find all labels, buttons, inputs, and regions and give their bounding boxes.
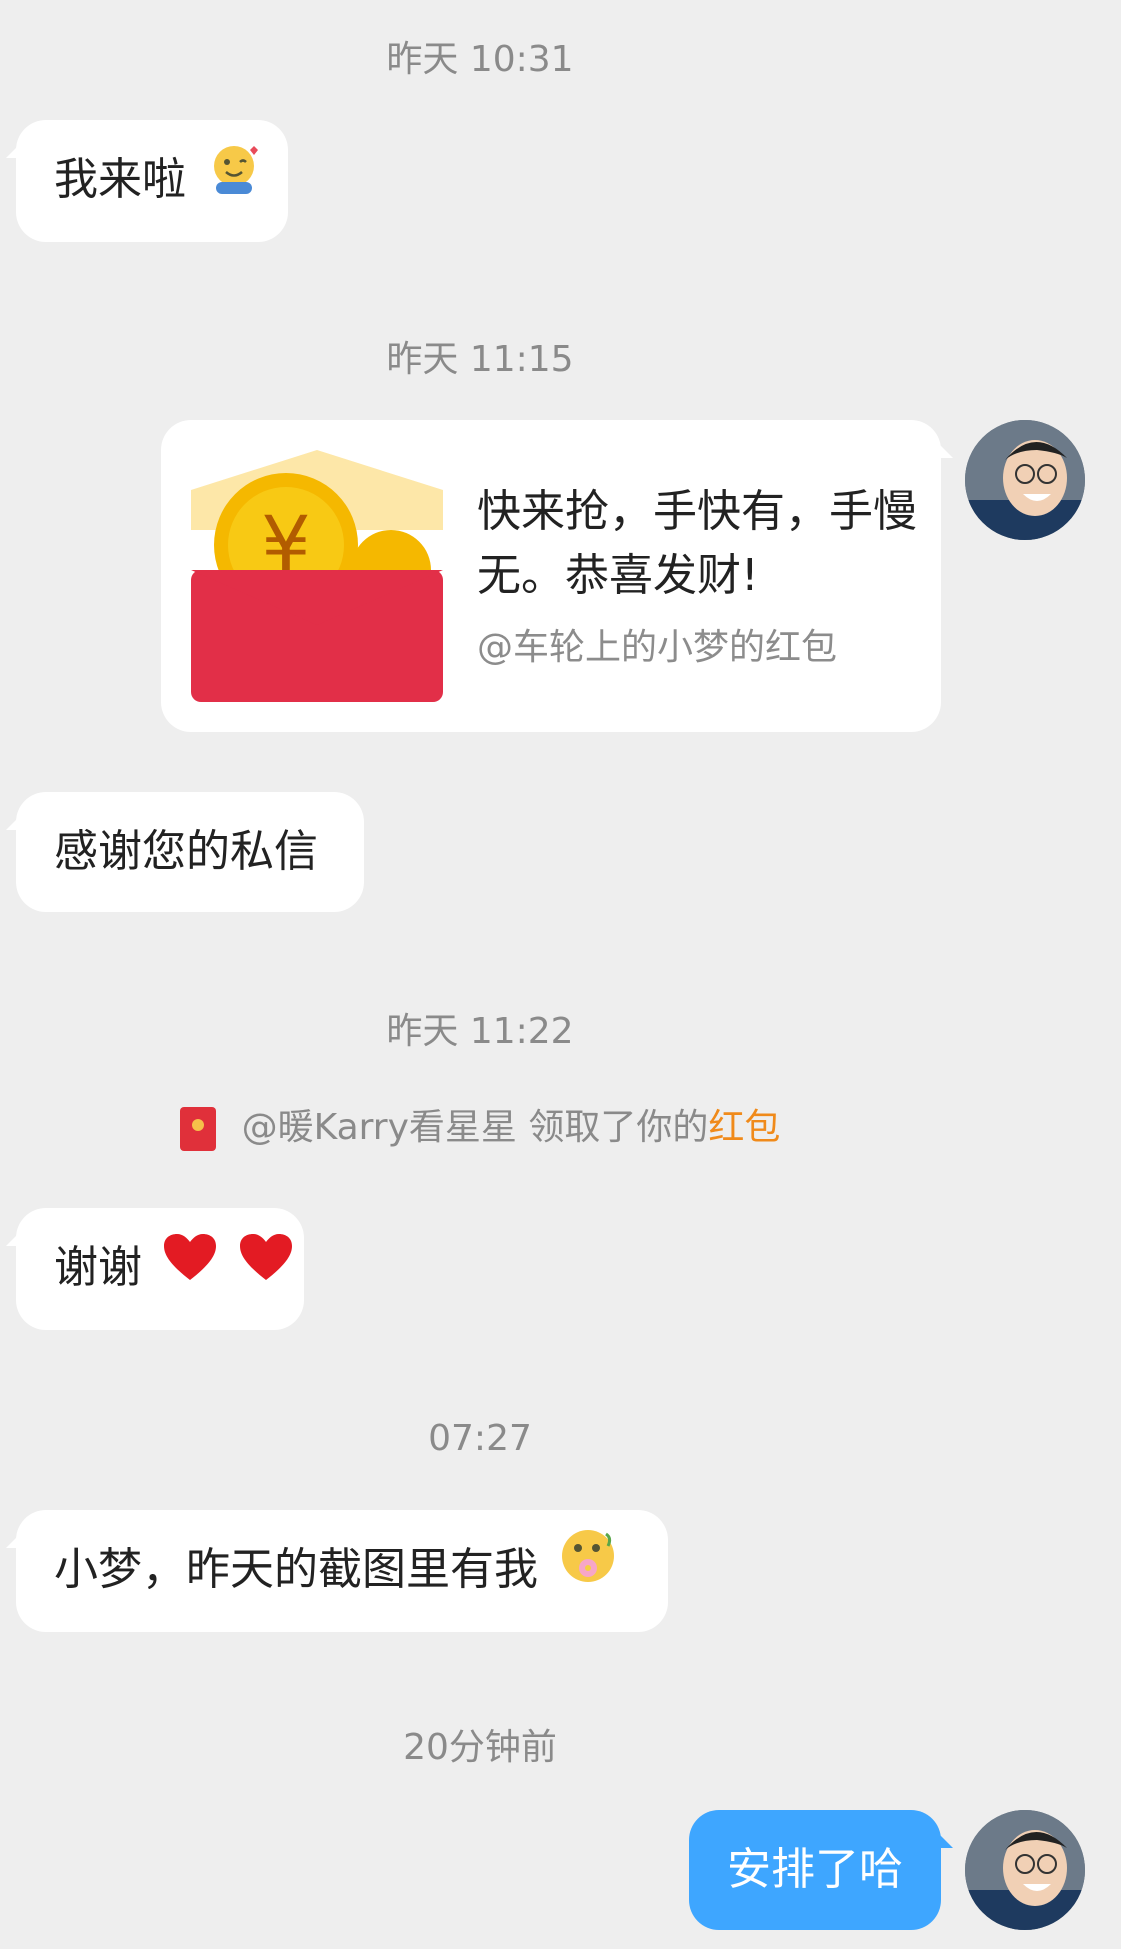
red-packet-text: 快来抢，手快有，手慢无。恭喜发财!: [477, 486, 917, 601]
timestamp: 20分钟前: [403, 1727, 557, 1768]
system-notice: @暖Karry看星星 领取了你的红包: [0, 1098, 960, 1151]
red-packet-card[interactable]: ¥ 快来抢，手快有，手慢无。恭喜发财! @车轮上的小梦的红包: [161, 420, 953, 732]
message-text: 小梦，昨天的截图里有我: [54, 1544, 538, 1595]
red-heart-icon: [162, 1210, 218, 1330]
hug-emoji-icon: [206, 122, 262, 242]
timestamp: 昨天 11:15: [386, 339, 574, 380]
notice-text: 领取了你的: [528, 1107, 709, 1148]
flower-face-emoji-icon: [558, 1512, 618, 1632]
notice-red-packet-link[interactable]: 红包: [708, 1107, 780, 1148]
message-bubble[interactable]: 谢谢: [16, 1208, 304, 1330]
avatar[interactable]: [965, 420, 1085, 540]
notice-user[interactable]: @暖Karry看星星: [242, 1107, 517, 1148]
message-text: 安排了哈: [727, 1844, 903, 1895]
message-bubble[interactable]: 我来啦: [16, 120, 288, 242]
message-bubble[interactable]: 小梦，昨天的截图里有我: [16, 1510, 668, 1632]
sent-message-bubble[interactable]: 安排了哈: [689, 1810, 953, 1930]
message-bubble[interactable]: 感谢您的私信: [16, 792, 364, 912]
message-text: 谢谢: [54, 1242, 142, 1293]
red-packet-sender: @车轮上的小梦的红包: [477, 627, 838, 668]
message-text: 我来啦: [54, 154, 186, 205]
message-text: 感谢您的私信: [54, 826, 318, 877]
avatar[interactable]: [965, 1810, 1085, 1930]
timestamp: 07:27: [428, 1418, 532, 1459]
timestamp: 昨天 10:31: [386, 39, 574, 80]
red-packet-icon: ¥: [191, 450, 443, 706]
red-packet-icon: [179, 1107, 216, 1151]
timestamp: 昨天 11:22: [386, 1011, 574, 1052]
red-heart-icon: [238, 1210, 294, 1330]
